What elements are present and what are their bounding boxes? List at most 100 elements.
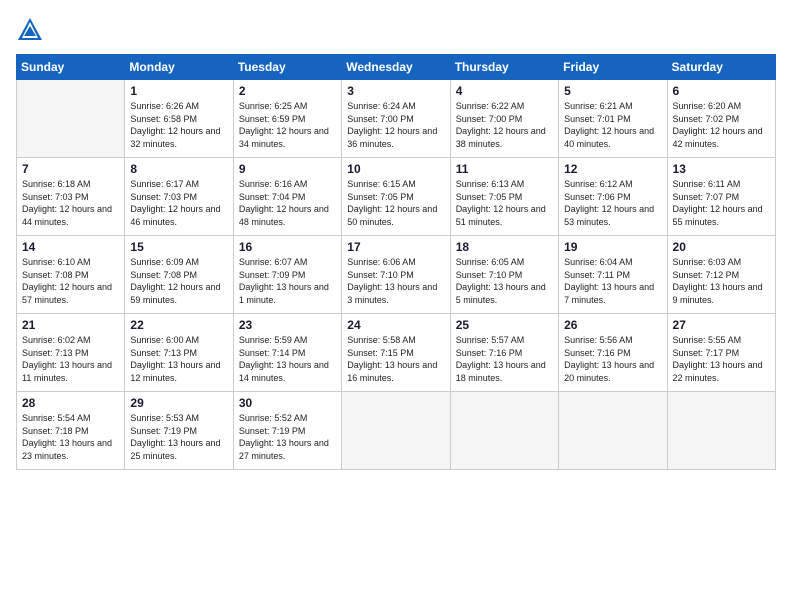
day-cell: 12 Sunrise: 6:12 AMSunset: 7:06 PMDayligh…	[559, 158, 667, 236]
day-cell: 6 Sunrise: 6:20 AMSunset: 7:02 PMDaylight…	[667, 80, 775, 158]
calendar-table: SundayMondayTuesdayWednesdayThursdayFrid…	[16, 54, 776, 470]
day-cell: 19 Sunrise: 6:04 AMSunset: 7:11 PMDayligh…	[559, 236, 667, 314]
week-row-4: 21Sunrise: 6:02 AMSunset: 7:13 PMDayligh…	[17, 314, 776, 392]
day-number: 7	[22, 162, 119, 176]
header	[16, 16, 776, 44]
day-cell: 11 Sunrise: 6:13 AMSunset: 7:05 PMDayligh…	[450, 158, 558, 236]
day-info: Sunrise: 6:12 AMSunset: 7:06 PMDaylight:…	[564, 178, 661, 228]
day-info: Sunrise: 5:59 AMSunset: 7:14 PMDaylight:…	[239, 334, 336, 384]
day-cell: 27 Sunrise: 5:55 AMSunset: 7:17 PMDayligh…	[667, 314, 775, 392]
day-info: Sunrise: 6:00 AMSunset: 7:13 PMDaylight:…	[130, 334, 227, 384]
header-cell-thursday: Thursday	[450, 55, 558, 80]
day-number: 10	[347, 162, 444, 176]
day-info: Sunrise: 5:55 AMSunset: 7:17 PMDaylight:…	[673, 334, 770, 384]
day-number: 29	[130, 396, 227, 410]
day-cell	[342, 392, 450, 470]
day-info: Sunrise: 6:03 AMSunset: 7:12 PMDaylight:…	[673, 256, 770, 306]
logo-icon	[16, 16, 44, 44]
day-info: Sunrise: 6:13 AMSunset: 7:05 PMDaylight:…	[456, 178, 553, 228]
day-info: Sunrise: 6:02 AMSunset: 7:13 PMDaylight:…	[22, 334, 119, 384]
day-cell: 13 Sunrise: 6:11 AMSunset: 7:07 PMDayligh…	[667, 158, 775, 236]
day-number: 25	[456, 318, 553, 332]
day-number: 20	[673, 240, 770, 254]
day-info: Sunrise: 6:18 AMSunset: 7:03 PMDaylight:…	[22, 178, 119, 228]
day-number: 8	[130, 162, 227, 176]
day-info: Sunrise: 6:24 AMSunset: 7:00 PMDaylight:…	[347, 100, 444, 150]
day-info: Sunrise: 5:56 AMSunset: 7:16 PMDaylight:…	[564, 334, 661, 384]
day-number: 22	[130, 318, 227, 332]
day-cell: 24Sunrise: 5:58 AMSunset: 7:15 PMDayligh…	[342, 314, 450, 392]
day-cell: 8 Sunrise: 6:17 AMSunset: 7:03 PMDaylight…	[125, 158, 233, 236]
day-info: Sunrise: 6:16 AMSunset: 7:04 PMDaylight:…	[239, 178, 336, 228]
day-number: 12	[564, 162, 661, 176]
day-cell: 3Sunrise: 6:24 AMSunset: 7:00 PMDaylight…	[342, 80, 450, 158]
logo	[16, 16, 48, 44]
day-info: Sunrise: 6:21 AMSunset: 7:01 PMDaylight:…	[564, 100, 661, 150]
day-info: Sunrise: 6:10 AMSunset: 7:08 PMDaylight:…	[22, 256, 119, 306]
header-cell-saturday: Saturday	[667, 55, 775, 80]
header-cell-tuesday: Tuesday	[233, 55, 341, 80]
day-number: 24	[347, 318, 444, 332]
main-container: SundayMondayTuesdayWednesdayThursdayFrid…	[0, 0, 792, 480]
day-number: 17	[347, 240, 444, 254]
day-cell: 16 Sunrise: 6:07 AMSunset: 7:09 PMDayligh…	[233, 236, 341, 314]
day-number: 5	[564, 84, 661, 98]
day-number: 6	[673, 84, 770, 98]
day-cell: 10 Sunrise: 6:15 AMSunset: 7:05 PMDayligh…	[342, 158, 450, 236]
day-cell: 5 Sunrise: 6:21 AMSunset: 7:01 PMDaylight…	[559, 80, 667, 158]
day-info: Sunrise: 6:04 AMSunset: 7:11 PMDaylight:…	[564, 256, 661, 306]
day-number: 26	[564, 318, 661, 332]
day-info: Sunrise: 5:54 AMSunset: 7:18 PMDaylight:…	[22, 412, 119, 462]
week-row-1: 1 Sunrise: 6:26 AMSunset: 6:58 PMDaylight…	[17, 80, 776, 158]
header-row: SundayMondayTuesdayWednesdayThursdayFrid…	[17, 55, 776, 80]
header-cell-friday: Friday	[559, 55, 667, 80]
day-info: Sunrise: 6:20 AMSunset: 7:02 PMDaylight:…	[673, 100, 770, 150]
day-cell: 21Sunrise: 6:02 AMSunset: 7:13 PMDayligh…	[17, 314, 125, 392]
day-number: 4	[456, 84, 553, 98]
day-cell: 9 Sunrise: 6:16 AMSunset: 7:04 PMDaylight…	[233, 158, 341, 236]
day-info: Sunrise: 6:11 AMSunset: 7:07 PMDaylight:…	[673, 178, 770, 228]
day-info: Sunrise: 6:05 AMSunset: 7:10 PMDaylight:…	[456, 256, 553, 306]
day-number: 28	[22, 396, 119, 410]
day-info: Sunrise: 6:15 AMSunset: 7:05 PMDaylight:…	[347, 178, 444, 228]
day-cell: 23Sunrise: 5:59 AMSunset: 7:14 PMDayligh…	[233, 314, 341, 392]
day-cell: 18Sunrise: 6:05 AMSunset: 7:10 PMDayligh…	[450, 236, 558, 314]
day-info: Sunrise: 5:52 AMSunset: 7:19 PMDaylight:…	[239, 412, 336, 462]
day-info: Sunrise: 6:26 AMSunset: 6:58 PMDaylight:…	[130, 100, 227, 150]
day-cell: 30 Sunrise: 5:52 AMSunset: 7:19 PMDayligh…	[233, 392, 341, 470]
day-cell: 29 Sunrise: 5:53 AMSunset: 7:19 PMDayligh…	[125, 392, 233, 470]
day-cell: 1 Sunrise: 6:26 AMSunset: 6:58 PMDaylight…	[125, 80, 233, 158]
day-number: 2	[239, 84, 336, 98]
day-number: 16	[239, 240, 336, 254]
day-info: Sunrise: 6:17 AMSunset: 7:03 PMDaylight:…	[130, 178, 227, 228]
header-cell-sunday: Sunday	[17, 55, 125, 80]
day-info: Sunrise: 5:53 AMSunset: 7:19 PMDaylight:…	[130, 412, 227, 462]
day-info: Sunrise: 6:09 AMSunset: 7:08 PMDaylight:…	[130, 256, 227, 306]
day-number: 19	[564, 240, 661, 254]
day-number: 9	[239, 162, 336, 176]
day-cell: 17 Sunrise: 6:06 AMSunset: 7:10 PMDayligh…	[342, 236, 450, 314]
day-cell: 22 Sunrise: 6:00 AMSunset: 7:13 PMDayligh…	[125, 314, 233, 392]
day-number: 27	[673, 318, 770, 332]
day-cell: 2 Sunrise: 6:25 AMSunset: 6:59 PMDaylight…	[233, 80, 341, 158]
day-number: 1	[130, 84, 227, 98]
day-number: 14	[22, 240, 119, 254]
week-row-5: 28 Sunrise: 5:54 AMSunset: 7:18 PMDayligh…	[17, 392, 776, 470]
day-cell: 4 Sunrise: 6:22 AMSunset: 7:00 PMDaylight…	[450, 80, 558, 158]
day-number: 15	[130, 240, 227, 254]
day-number: 13	[673, 162, 770, 176]
day-info: Sunrise: 6:25 AMSunset: 6:59 PMDaylight:…	[239, 100, 336, 150]
day-cell: 25 Sunrise: 5:57 AMSunset: 7:16 PMDayligh…	[450, 314, 558, 392]
day-cell: 15 Sunrise: 6:09 AMSunset: 7:08 PMDayligh…	[125, 236, 233, 314]
day-number: 11	[456, 162, 553, 176]
day-cell	[450, 392, 558, 470]
day-info: Sunrise: 6:07 AMSunset: 7:09 PMDaylight:…	[239, 256, 336, 306]
day-cell	[667, 392, 775, 470]
day-cell	[559, 392, 667, 470]
day-info: Sunrise: 6:06 AMSunset: 7:10 PMDaylight:…	[347, 256, 444, 306]
day-info: Sunrise: 6:22 AMSunset: 7:00 PMDaylight:…	[456, 100, 553, 150]
day-cell: 26 Sunrise: 5:56 AMSunset: 7:16 PMDayligh…	[559, 314, 667, 392]
day-cell: 14 Sunrise: 6:10 AMSunset: 7:08 PMDayligh…	[17, 236, 125, 314]
day-number: 30	[239, 396, 336, 410]
day-info: Sunrise: 5:57 AMSunset: 7:16 PMDaylight:…	[456, 334, 553, 384]
